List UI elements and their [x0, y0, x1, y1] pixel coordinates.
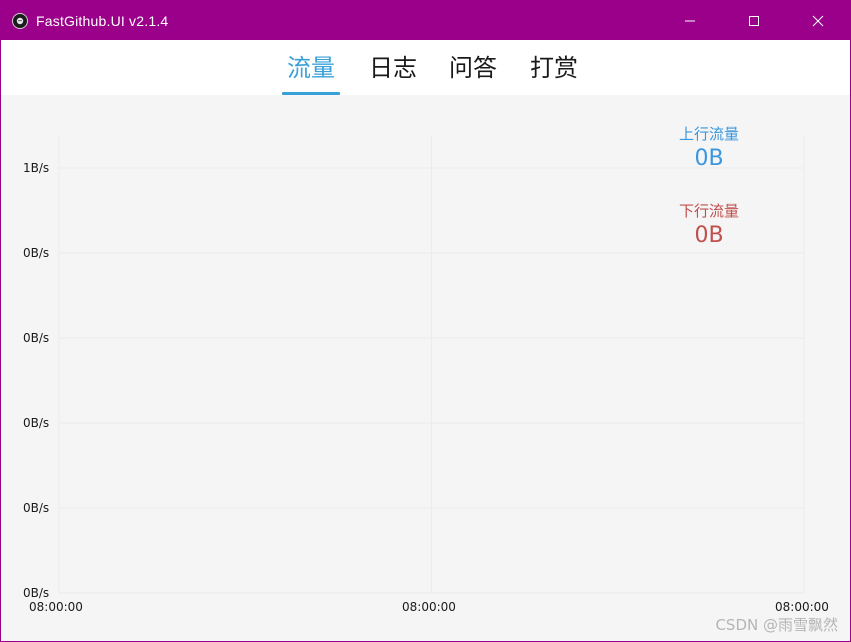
upload-legend: 上行流量 0B — [661, 123, 757, 171]
download-value: 0B — [694, 223, 724, 248]
tab-log-label: 日志 — [369, 54, 417, 82]
upload-label: 上行流量 — [678, 125, 739, 143]
minimize-button[interactable] — [658, 1, 722, 40]
chart-canvas — [58, 135, 805, 594]
y-tick-label: 1B/s — [23, 161, 50, 175]
y-tick-label: 0B/s — [23, 501, 50, 515]
tab-faq[interactable]: 问答 — [449, 52, 497, 92]
window-title: FastGithub.UI v2.1.4 — [36, 12, 169, 29]
maximize-button[interactable] — [722, 1, 786, 40]
x-tick-label: 08:00:00 — [775, 600, 829, 614]
x-tick-label: 08:00:00 — [402, 600, 456, 614]
y-tick-label: 0B/s — [23, 416, 50, 430]
tab-traffic[interactable]: 流量 — [282, 52, 340, 95]
traffic-chart: 1B/s 0B/s 0B/s 0B/s 0B/s 0B/s 08:00:00 0… — [1, 95, 850, 641]
y-tick-label: 0B/s — [23, 246, 50, 260]
github-cat-icon — [12, 12, 28, 29]
maximize-icon — [749, 15, 759, 26]
tab-donate-label: 打赏 — [530, 54, 578, 82]
minimize-icon — [685, 20, 695, 21]
download-label: 下行流量 — [678, 202, 739, 220]
y-tick-label: 0B/s — [23, 331, 50, 345]
tab-donate[interactable]: 打赏 — [530, 52, 578, 92]
upload-value: 0B — [694, 146, 724, 171]
tab-faq-label: 问答 — [449, 54, 497, 82]
app-window: FastGithub.UI v2.1.4 流量 日志 问答 打赏 1B/s 0B… — [0, 0, 851, 642]
window-controls — [658, 1, 850, 40]
close-icon — [812, 15, 824, 26]
watermark: CSDN @雨雪飘然 — [715, 616, 838, 634]
title-bar[interactable]: FastGithub.UI v2.1.4 — [1, 1, 850, 40]
tab-bar: 流量 日志 问答 打赏 — [1, 40, 850, 95]
x-tick-label: 08:00:00 — [29, 600, 83, 614]
tab-log[interactable]: 日志 — [369, 52, 417, 92]
download-legend: 下行流量 0B — [661, 200, 757, 248]
tab-traffic-label: 流量 — [287, 54, 335, 82]
close-button[interactable] — [786, 1, 850, 40]
y-tick-label: 0B/s — [23, 586, 50, 600]
